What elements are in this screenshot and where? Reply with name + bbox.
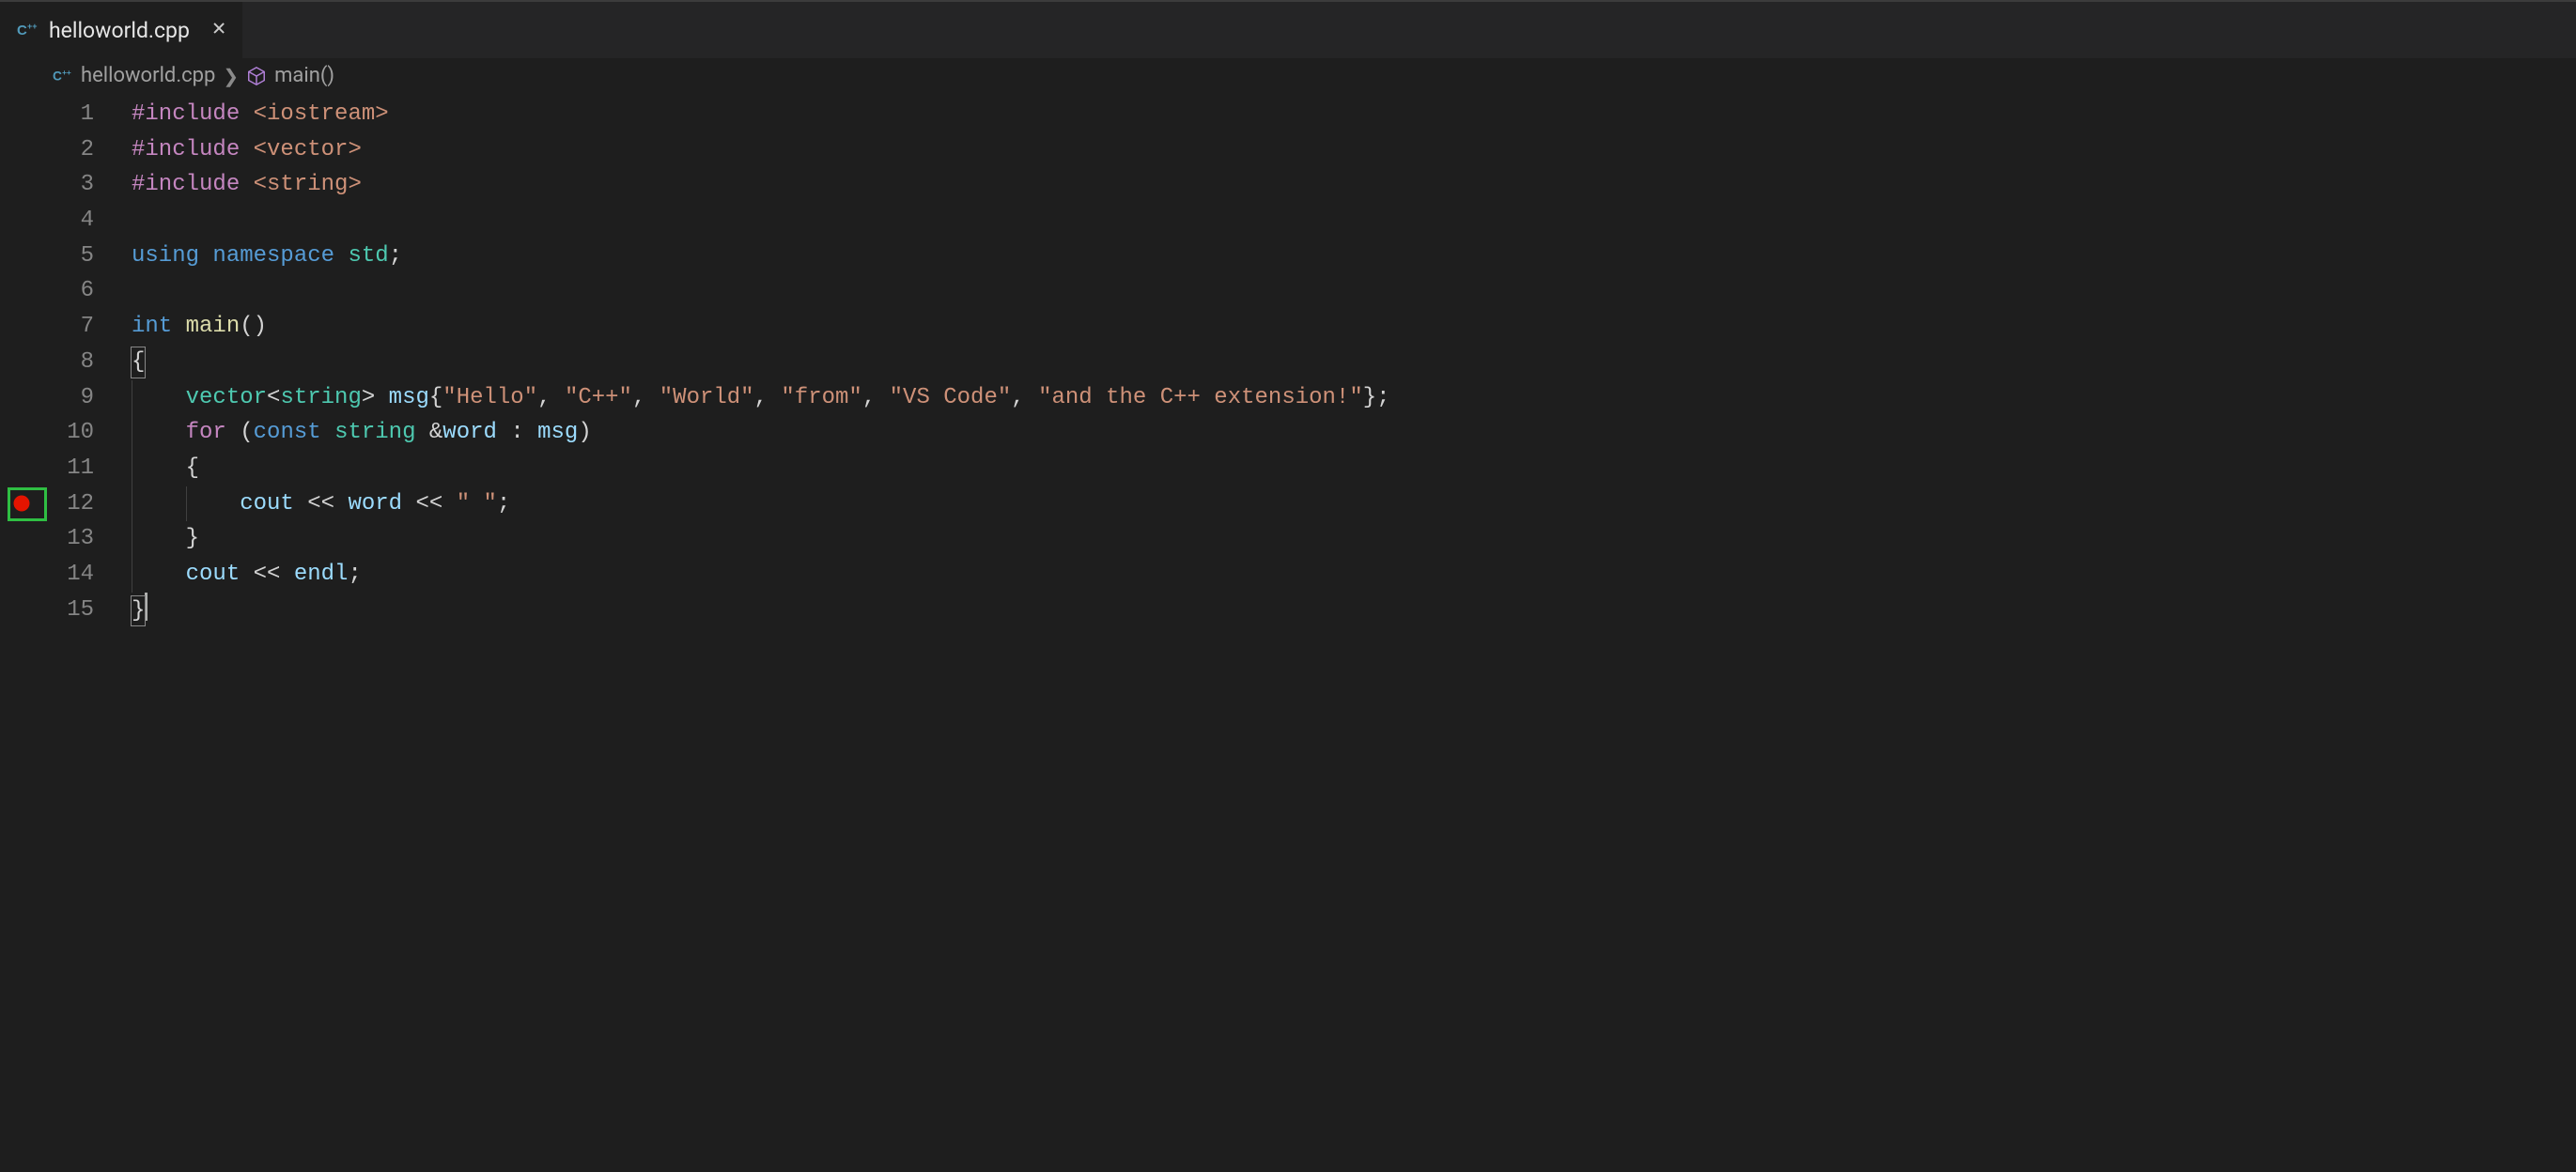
- line-number: 6: [45, 273, 98, 309]
- glyph-margin[interactable]: [0, 167, 45, 203]
- glyph-margin[interactable]: [0, 309, 45, 345]
- code-line[interactable]: 9 vector<string> msg{"Hello", "C++", "Wo…: [0, 380, 2576, 416]
- glyph-margin[interactable]: [0, 132, 45, 168]
- code-line[interactable]: 11 {: [0, 451, 2576, 486]
- line-number: 4: [45, 203, 98, 239]
- line-content[interactable]: for (const string &word : msg): [98, 415, 2576, 451]
- line-number: 13: [45, 521, 98, 557]
- cpp-file-icon: C ++: [53, 66, 73, 86]
- line-content[interactable]: #include <string>: [98, 167, 2576, 203]
- close-icon[interactable]: ✕: [212, 19, 225, 41]
- glyph-margin[interactable]: [0, 273, 45, 309]
- code-editor[interactable]: 1 #include <iostream> 2 #include <vector…: [0, 93, 2576, 627]
- line-number: 14: [45, 557, 98, 593]
- code-line[interactable]: 4: [0, 203, 2576, 239]
- line-number: 3: [45, 167, 98, 203]
- svg-text:C: C: [53, 69, 62, 83]
- breadcrumb-file: helloworld.cpp: [81, 64, 215, 87]
- breadcrumb[interactable]: C ++ helloworld.cpp ❯ main(): [0, 58, 2576, 93]
- tab-label: helloworld.cpp: [49, 18, 190, 43]
- line-number: 10: [45, 415, 98, 451]
- code-line[interactable]: 8 {: [0, 345, 2576, 380]
- line-content[interactable]: }: [98, 593, 2576, 629]
- glyph-margin[interactable]: [0, 97, 45, 132]
- code-line[interactable]: 14 cout << endl;: [0, 557, 2576, 593]
- line-number: 8: [45, 345, 98, 380]
- breakpoint-icon[interactable]: [14, 496, 30, 512]
- code-line[interactable]: 5 using namespace std;: [0, 239, 2576, 274]
- code-line[interactable]: 13 }: [0, 521, 2576, 557]
- line-content[interactable]: }: [98, 521, 2576, 557]
- svg-text:C: C: [17, 23, 27, 39]
- line-content[interactable]: #include <iostream>: [98, 97, 2576, 132]
- glyph-margin[interactable]: [0, 415, 45, 451]
- cube-symbol-icon: [246, 66, 267, 86]
- svg-text:++: ++: [27, 22, 38, 31]
- line-number: 15: [45, 593, 98, 628]
- glyph-margin[interactable]: [0, 203, 45, 239]
- breadcrumb-symbol: main(): [274, 64, 334, 87]
- code-line[interactable]: 2 #include <vector>: [0, 132, 2576, 168]
- line-number: 12: [45, 486, 98, 522]
- glyph-margin[interactable]: [0, 380, 45, 416]
- line-content[interactable]: #include <vector>: [98, 132, 2576, 168]
- tab-helloworld[interactable]: C ++ helloworld.cpp ✕: [0, 2, 242, 58]
- line-number: 5: [45, 239, 98, 274]
- code-line[interactable]: 3 #include <string>: [0, 167, 2576, 203]
- glyph-margin[interactable]: [0, 486, 45, 522]
- line-content[interactable]: using namespace std;: [98, 239, 2576, 274]
- line-content[interactable]: {: [98, 345, 2576, 380]
- glyph-margin[interactable]: [0, 345, 45, 380]
- line-number: 9: [45, 380, 98, 416]
- line-content[interactable]: vector<string> msg{"Hello", "C++", "Worl…: [98, 380, 2576, 416]
- line-content[interactable]: int main(): [98, 309, 2576, 345]
- code-line[interactable]: 6: [0, 273, 2576, 309]
- glyph-margin[interactable]: [0, 451, 45, 486]
- code-line[interactable]: 15 }: [0, 593, 2576, 628]
- line-number: 2: [45, 132, 98, 168]
- line-content[interactable]: {: [98, 451, 2576, 486]
- code-line[interactable]: 7 int main(): [0, 309, 2576, 345]
- line-content[interactable]: cout << endl;: [98, 557, 2576, 593]
- line-number: 1: [45, 97, 98, 132]
- line-number: 7: [45, 309, 98, 345]
- glyph-margin[interactable]: [0, 557, 45, 593]
- glyph-margin[interactable]: [0, 239, 45, 274]
- cpp-file-icon: C ++: [17, 19, 39, 41]
- code-line[interactable]: 10 for (const string &word : msg): [0, 415, 2576, 451]
- tab-bar: C ++ helloworld.cpp ✕: [0, 0, 2576, 58]
- code-line[interactable]: 1 #include <iostream>: [0, 97, 2576, 132]
- code-line[interactable]: 12 cout << word << " ";: [0, 486, 2576, 522]
- line-number: 11: [45, 451, 98, 486]
- line-content[interactable]: cout << word << " ";: [98, 486, 2576, 522]
- svg-text:++: ++: [62, 69, 71, 77]
- glyph-margin[interactable]: [0, 521, 45, 557]
- chevron-right-icon: ❯: [223, 65, 239, 87]
- glyph-margin[interactable]: [0, 593, 45, 628]
